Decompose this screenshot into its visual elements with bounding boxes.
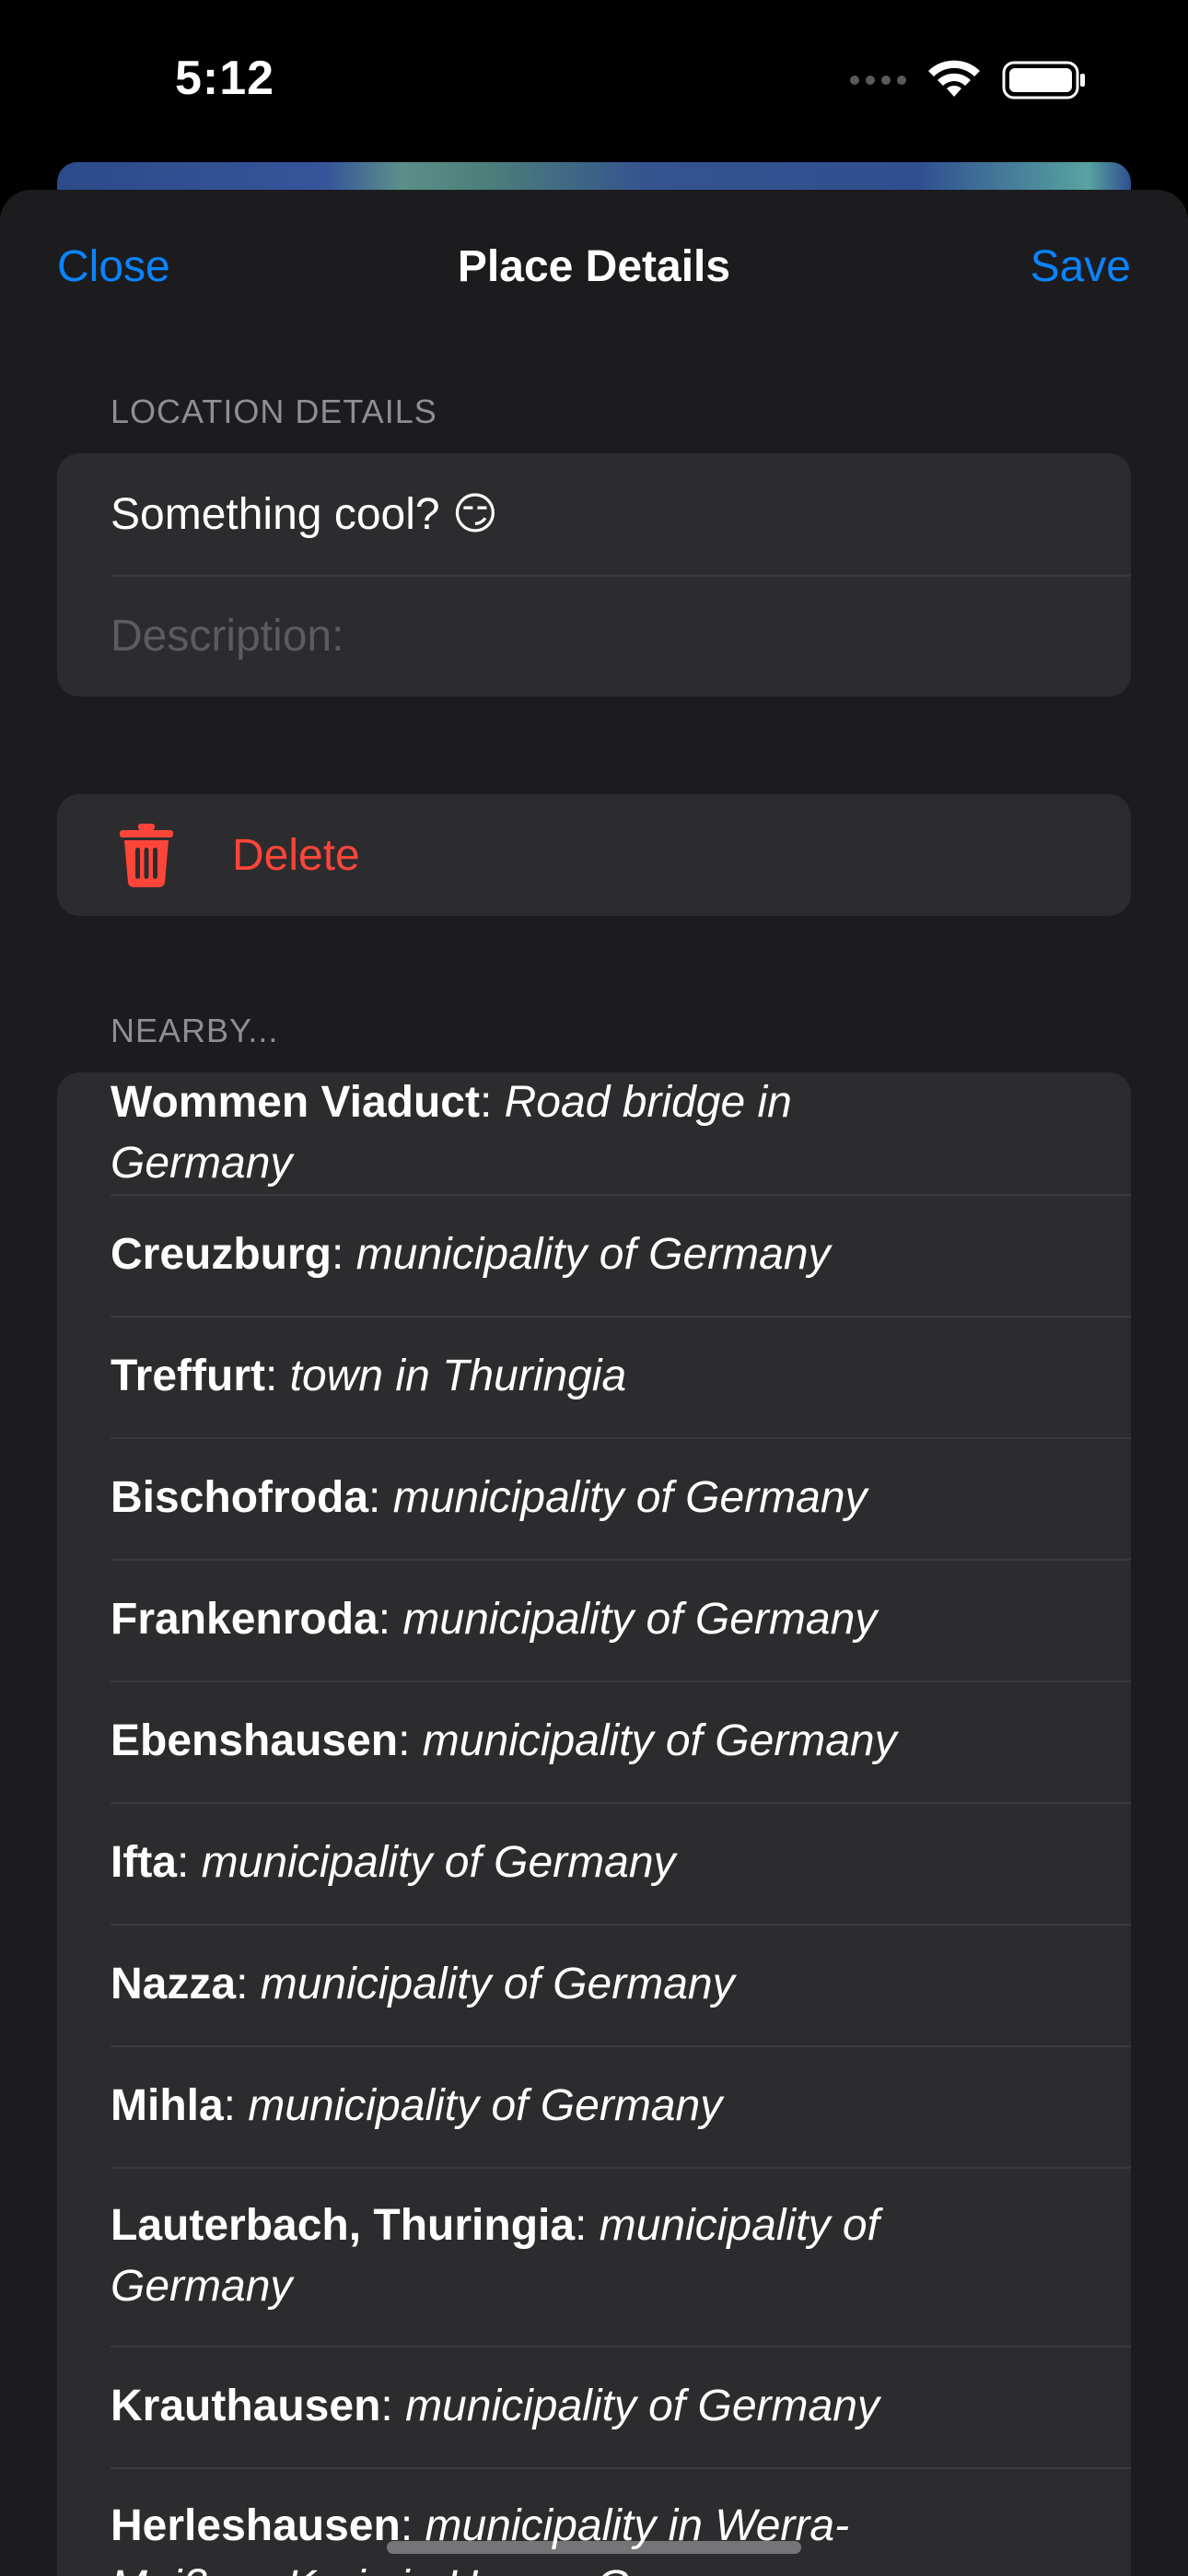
save-button[interactable]: Save	[1031, 241, 1131, 292]
nearby-item-description: municipality of Germany	[260, 1960, 735, 2008]
place-details-sheet: Close Place Details Save LOCATION DETAIL…	[0, 190, 1188, 2576]
trash-icon	[120, 824, 173, 888]
nearby-item-name: Wommen Viaduct	[111, 1078, 480, 1127]
wifi-icon	[928, 60, 980, 97]
battery-icon	[1002, 61, 1085, 100]
delete-label: Delete	[232, 830, 360, 880]
status-icons	[850, 57, 1087, 103]
nearby-item[interactable]: Lauterbach, Thuringia: municipality of G…	[111, 2167, 1131, 2346]
nearby-item-name: Creuzburg	[111, 1230, 332, 1279]
name-field[interactable]: Something cool? 😏	[111, 453, 1131, 575]
nearby-item[interactable]: Frankenroda: municipality of Germany	[111, 1559, 1131, 1680]
nearby-item[interactable]: Ebenshausen: municipality of Germany	[111, 1680, 1131, 1802]
delete-button[interactable]: Delete	[57, 794, 1131, 916]
nearby-item[interactable]: Krauthausen: municipality of Germany	[111, 2346, 1131, 2467]
nearby-item-description: municipality of Germany	[392, 1473, 868, 1522]
nearby-item-name: Nazza	[111, 1960, 237, 2008]
nearby-item-name: Lauterbach, Thuringia	[111, 2201, 576, 2250]
nearby-item-name: Herleshausen	[111, 2501, 401, 2550]
location-details-header: LOCATION DETAILS	[111, 392, 437, 430]
navigation-bar: Close Place Details Save	[0, 190, 1188, 346]
nearby-item-description: town in Thuringia	[289, 1352, 627, 1400]
description-field-placeholder: Description:	[111, 611, 344, 661]
nearby-item-name: Frankenroda	[111, 1595, 379, 1644]
nearby-item-description: municipality of Germany	[422, 1716, 897, 1765]
nearby-item-description: municipality of Germany	[402, 1595, 878, 1644]
nearby-item-name: Mihla	[111, 2081, 224, 2130]
nearby-item[interactable]: Nazza: municipality of Germany	[111, 1924, 1131, 2045]
location-details-group: Something cool? 😏 Description:	[57, 453, 1131, 697]
nearby-item-name: Ifta	[111, 1838, 177, 1887]
nearby-item[interactable]: Mihla: municipality of Germany	[111, 2045, 1131, 2167]
description-field[interactable]: Description:	[111, 575, 1131, 697]
nearby-item-description: municipality of Germany	[201, 1838, 676, 1887]
screen: 5:12 Close Place Details Save LOCATION D…	[0, 0, 1188, 2576]
nearby-item-name: Ebenshausen	[111, 1716, 399, 1765]
nearby-item[interactable]: Treffurt: town in Thuringia	[111, 1316, 1131, 1437]
status-time: 5:12	[175, 52, 275, 105]
nearby-header: NEARBY...	[111, 1012, 279, 1049]
nearby-item-description: municipality of Germany	[248, 2081, 723, 2130]
status-bar: 5:12	[0, 0, 1188, 161]
home-indicator	[387, 2541, 801, 2554]
page-title: Place Details	[457, 242, 731, 291]
nearby-list: Wommen Viaduct: Road bridge in Germany C…	[57, 1072, 1131, 2576]
nearby-item-description: municipality of Germany	[405, 2382, 879, 2430]
nearby-item[interactable]: Creuzburg: municipality of Germany	[111, 1194, 1131, 1316]
nearby-item-name: Bischofroda	[111, 1473, 369, 1522]
nearby-item[interactable]: Ifta: municipality of Germany	[111, 1802, 1131, 1924]
cellular-signal-icon	[850, 76, 906, 85]
nearby-item[interactable]: Wommen Viaduct: Road bridge in Germany	[111, 1072, 1131, 1194]
nearby-item-name: Treffurt	[111, 1352, 265, 1400]
delete-group: Delete	[57, 794, 1131, 916]
nearby-item-description: municipality of Germany	[355, 1230, 831, 1279]
name-field-value: Something cool? 😏	[111, 490, 498, 539]
nearby-item[interactable]: Herleshausen: municipality in Werra-Meiß…	[111, 2467, 1131, 2576]
nearby-item-name: Krauthausen	[111, 2382, 381, 2430]
nearby-item[interactable]: Bischofroda: municipality of Germany	[111, 1437, 1131, 1559]
